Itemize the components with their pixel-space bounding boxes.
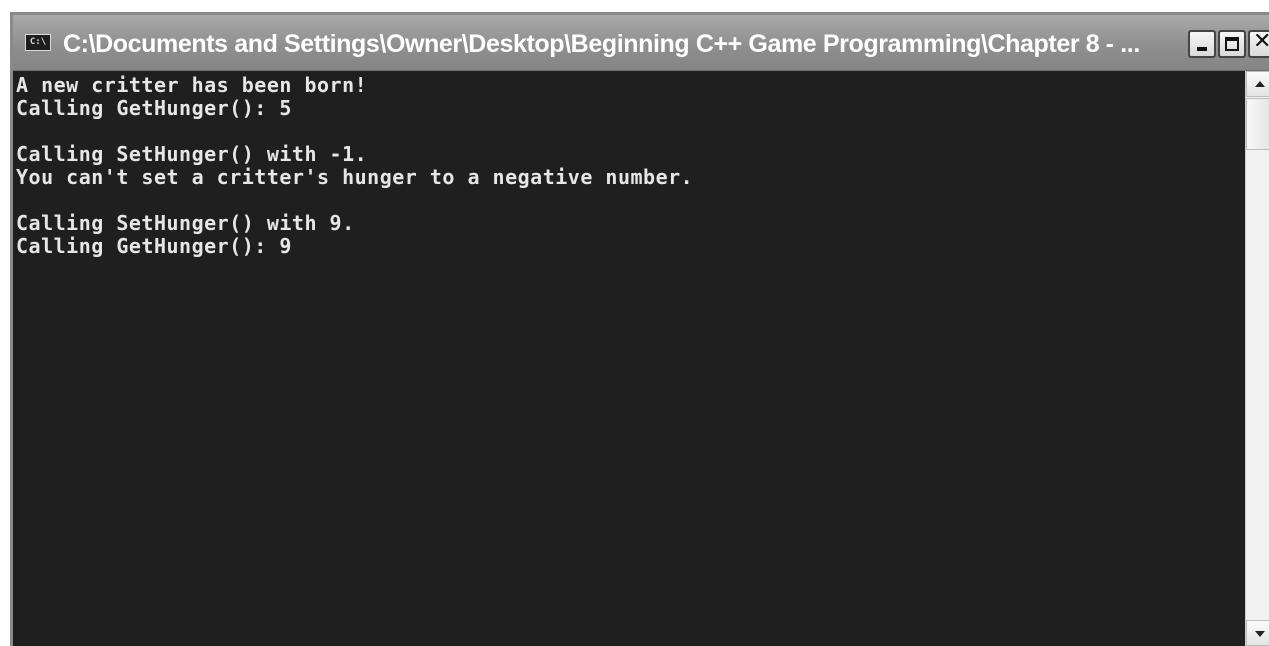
console-window-icon[interactable]: C:\ — [25, 34, 51, 51]
console-line: Calling GetHunger(): 5 — [16, 96, 292, 120]
console-window: C:\ C:\Documents and Settings\Owner\Desk… — [10, 12, 1269, 646]
maximize-button[interactable] — [1218, 30, 1246, 58]
console-line: Calling GetHunger(): 9 — [16, 234, 292, 258]
console-line: You can't set a critter's hunger to a ne… — [16, 165, 694, 189]
console-line: A new critter has been born! — [16, 73, 368, 97]
maximize-icon — [1225, 37, 1239, 51]
close-icon: ✕ — [1253, 29, 1269, 54]
scroll-thumb[interactable] — [1246, 98, 1269, 150]
console-line: Calling SetHunger() with -1. — [16, 142, 368, 166]
console-line: Calling SetHunger() with 9. — [16, 211, 355, 235]
scroll-up-button[interactable] — [1246, 71, 1269, 97]
console-output[interactable]: A new critter has been born! Calling Get… — [13, 71, 1245, 646]
minimize-button[interactable] — [1188, 30, 1216, 58]
window-title: C:\Documents and Settings\Owner\Desktop\… — [63, 30, 1140, 58]
minimize-icon — [1197, 47, 1207, 51]
scroll-up-arrow-icon — [1255, 81, 1265, 87]
scroll-down-button[interactable] — [1246, 620, 1269, 646]
scroll-down-arrow-icon — [1255, 631, 1265, 637]
title-bar[interactable]: C:\ C:\Documents and Settings\Owner\Desk… — [13, 15, 1269, 71]
close-button[interactable]: ✕ — [1248, 29, 1269, 58]
vertical-scrollbar[interactable] — [1245, 71, 1269, 646]
